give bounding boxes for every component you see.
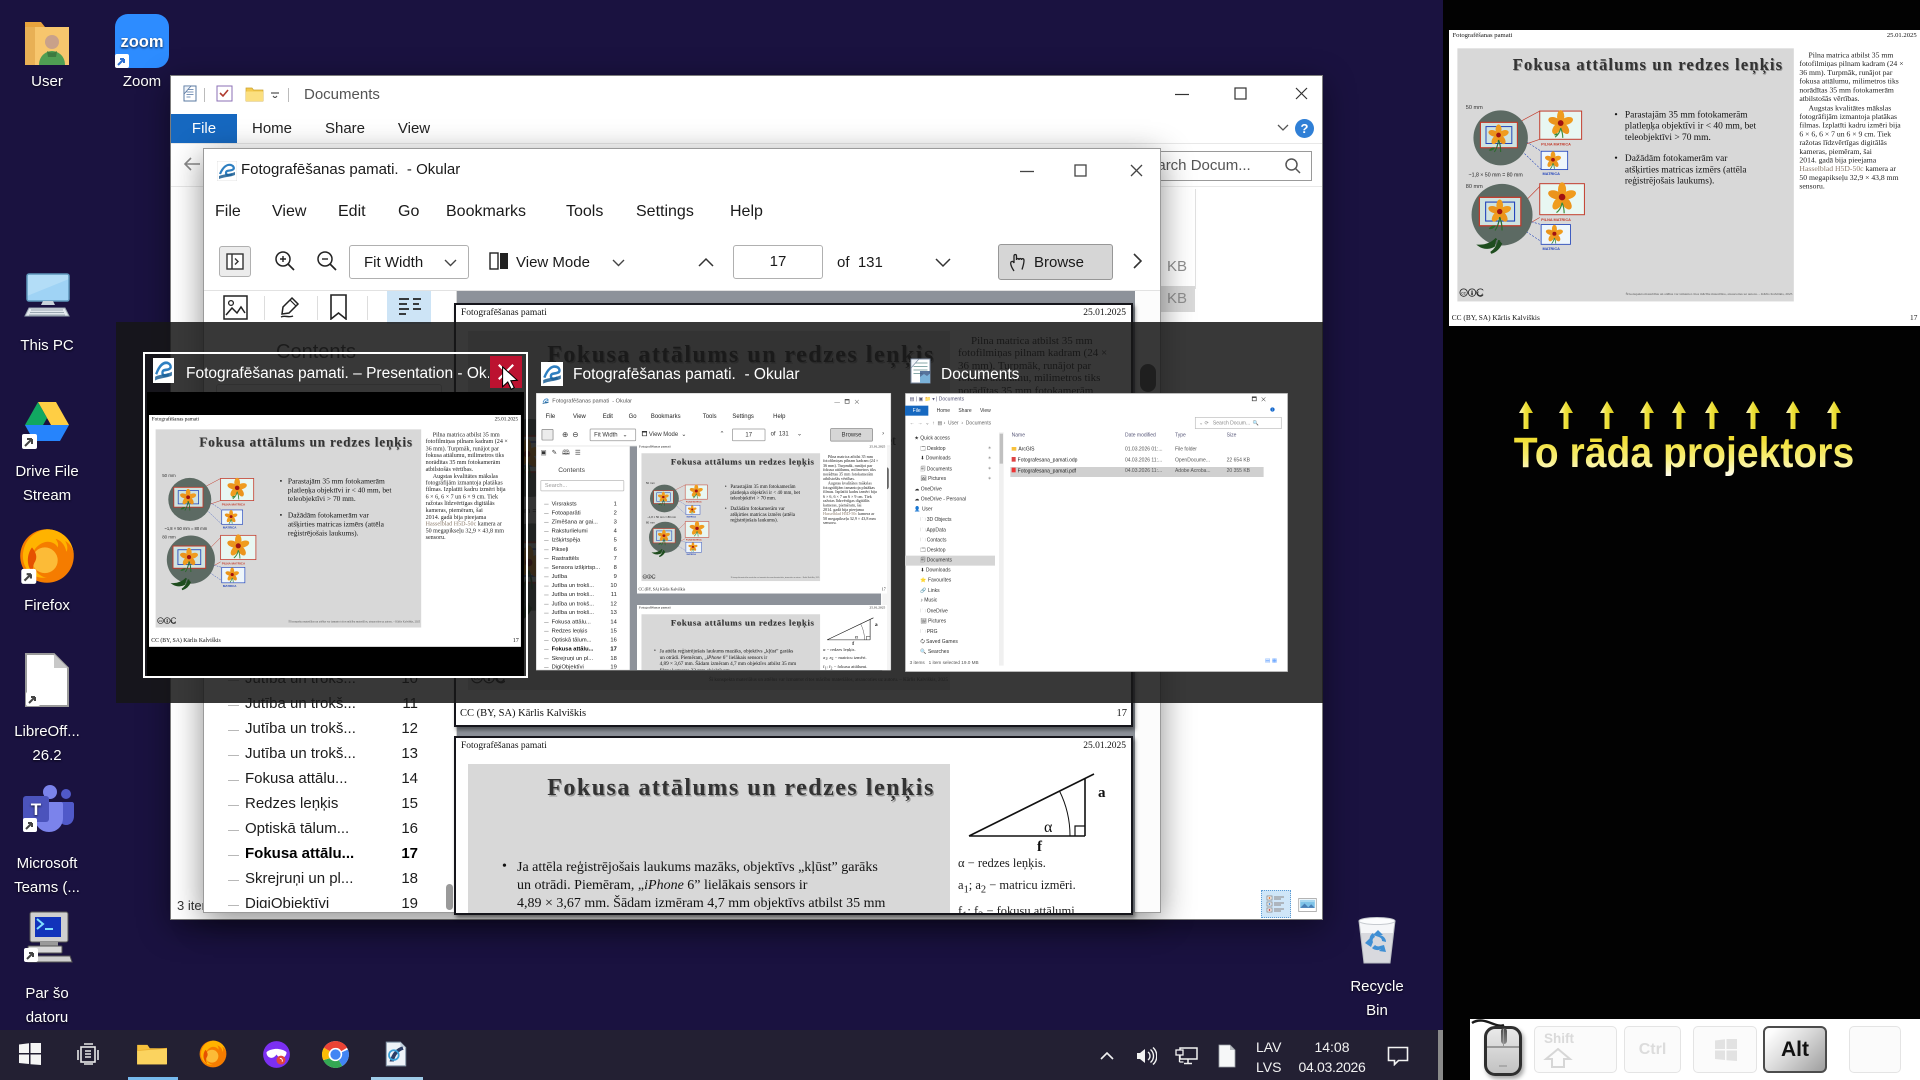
svg-text:MATRICA: MATRICA [223,526,237,530]
svg-text:50 mm: 50 mm [1466,105,1483,111]
svg-text:PILNA MATRICA: PILNA MATRICA [1541,143,1571,147]
svg-text:MATRICA: MATRICA [687,515,697,518]
svg-text:α: α [1044,819,1053,836]
svg-text:50 mm: 50 mm [162,473,176,478]
svg-text:f: f [1037,839,1043,852]
svg-text:cc: cc [159,619,163,623]
svg-text:PILNA MATRICA: PILNA MATRICA [222,503,246,507]
svg-text:~1,8 × 50 mm = 80 mm: ~1,8 × 50 mm = 80 mm [1469,173,1524,179]
svg-text:MATRICA: MATRICA [1543,172,1561,176]
svg-text:a: a [875,622,878,628]
svg-text:MATRICA: MATRICA [687,553,697,556]
svg-text:80 mm: 80 mm [1466,184,1483,190]
svg-text:~1,8 × 50 mm = 80 mm: ~1,8 × 50 mm = 80 mm [164,526,207,531]
svg-text:~1,8 × 50 mm = 80 mm: ~1,8 × 50 mm = 80 mm [647,515,676,519]
svg-text:PILNA MATRICA: PILNA MATRICA [686,500,702,503]
svg-text:a: a [1098,785,1106,801]
svg-text:cc: cc [1461,291,1466,296]
svg-text:zoom: zoom [120,33,163,51]
svg-text:MATRICA: MATRICA [1543,247,1561,251]
svg-text:80 mm: 80 mm [162,535,176,540]
svg-text:PILNA MATRICA: PILNA MATRICA [686,539,702,542]
svg-text:50 mm: 50 mm [646,481,656,485]
svg-text:80 mm: 80 mm [646,521,656,525]
svg-text:α: α [855,635,858,641]
svg-text:MATRICA: MATRICA [223,584,237,588]
svg-text:T: T [31,800,42,819]
svg-text:PILNA MATRICA: PILNA MATRICA [1541,218,1571,222]
svg-text:PILNA MATRICA: PILNA MATRICA [222,562,246,566]
